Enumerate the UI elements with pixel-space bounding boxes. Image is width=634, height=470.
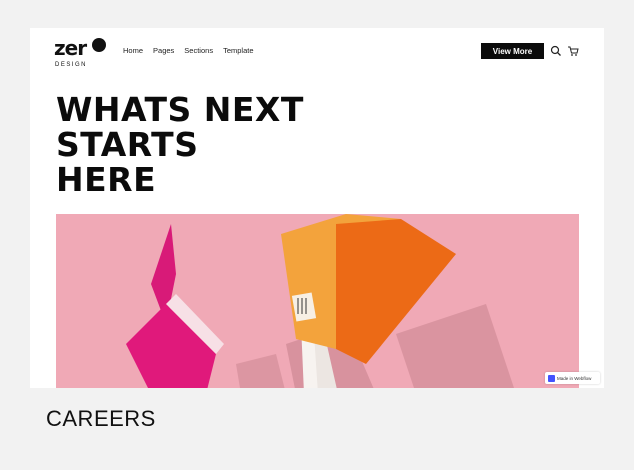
hero-title: WHATS NEXT STARTS HERE — [56, 92, 356, 197]
nav-links: Home Pages Sections Template — [123, 46, 254, 55]
template-caption[interactable]: CAREERS — [46, 406, 156, 432]
logo[interactable]: zer DESIGN — [54, 36, 110, 70]
view-more-button[interactable]: View More — [481, 43, 544, 59]
logo-mark: zer — [54, 36, 87, 60]
logo-subtitle: DESIGN — [55, 62, 88, 68]
nav-link-pages[interactable]: Pages — [153, 46, 174, 55]
webflow-icon — [548, 374, 555, 382]
search-icon[interactable] — [550, 44, 562, 56]
nav-link-home[interactable]: Home — [123, 46, 143, 55]
hero-title-line-1: WHATS NEXT — [56, 90, 304, 129]
hero-image — [56, 214, 579, 388]
nav-link-template[interactable]: Template — [223, 46, 253, 55]
cart-icon[interactable] — [567, 44, 579, 56]
hero-title-line-2: STARTS — [56, 125, 199, 164]
hero-title-line-3: HERE — [56, 160, 157, 199]
webflow-badge-label: Made in Webflow — [557, 375, 592, 381]
nav-link-sections[interactable]: Sections — [184, 46, 213, 55]
made-in-webflow-badge[interactable]: Made in Webflow — [545, 372, 600, 384]
website-preview: zer DESIGN Home Pages Sections Template … — [30, 28, 604, 388]
top-navigation: zer DESIGN Home Pages Sections Template … — [30, 28, 604, 88]
logo-dot — [92, 38, 106, 52]
